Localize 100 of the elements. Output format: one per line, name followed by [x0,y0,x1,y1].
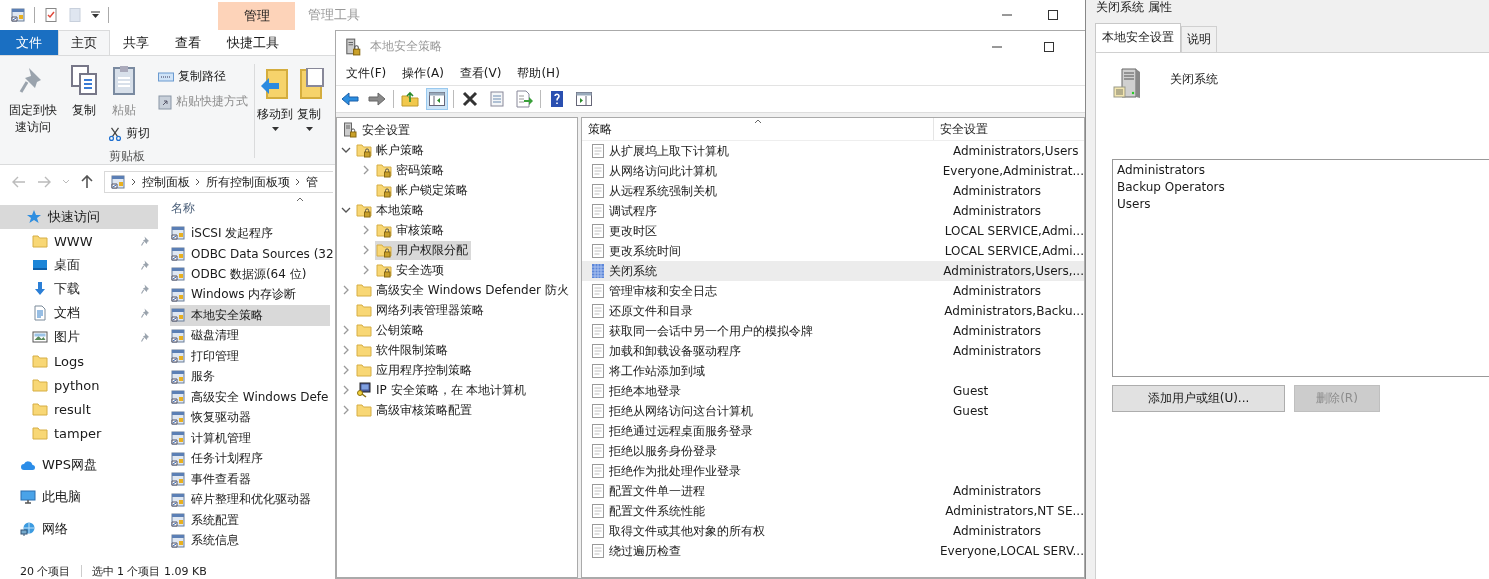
ribbon-tab[interactable]: 查看 [162,30,214,55]
list-item[interactable]: Users [1117,196,1485,213]
nav-item[interactable]: Logs [0,349,158,373]
tree-item[interactable]: 高级安全 Windows Defender 防火 [355,280,572,300]
tab[interactable]: 本地安全设置 [1095,23,1181,52]
breadcrumb-chevron-icon[interactable] [131,178,137,186]
up-arrow-icon[interactable] [81,175,93,189]
nav-item[interactable]: 此电脑 [0,485,158,509]
export-button[interactable] [513,88,535,110]
forward-arrow-icon[interactable] [37,176,51,188]
column-header[interactable]: 名称 [170,199,195,217]
file-item[interactable]: 计算机管理 [170,428,330,449]
policy-row[interactable]: 更改系统时间 LOCAL SERVICE,Admi... [582,241,1084,261]
policy-row[interactable]: 加载和卸载设备驱动程序 Administrators [582,341,1084,361]
file-item[interactable]: 系统信息 [170,530,330,551]
policy-row[interactable]: 从扩展坞上取下计算机 Administrators,Users [582,141,1084,161]
breadcrumb-chevron-icon[interactable] [195,178,201,186]
policy-row[interactable]: 获取同一会话中另一个用户的模拟令牌 Administrators [582,321,1084,341]
copy-button[interactable]: 复制 [66,60,102,123]
tree-item[interactable]: 软件限制策略 [355,340,451,360]
menu-item[interactable]: 查看(V) [452,63,509,84]
member-list[interactable]: Administrators Backup Operators Users [1112,159,1489,377]
tree-item[interactable]: 用户权限分配 [375,240,471,260]
policy-row[interactable]: 从网络访问此计算机 Everyone,Administrat... [582,161,1084,181]
organize-button[interactable]: 移动到 [257,64,293,135]
tree-item[interactable]: 网络列表管理器策略 [355,300,487,320]
file-item[interactable]: 任务计划程序 [170,448,330,469]
ribbon-tab[interactable]: 文件 [0,30,58,55]
tree-toggle-button[interactable] [426,88,448,110]
policy-row[interactable]: 拒绝作为批处理作业登录 [582,461,1084,481]
policy-row[interactable]: 配置文件单一进程 Administrators [582,481,1084,501]
nav-item[interactable]: WWW [0,229,158,253]
nav-item[interactable]: 图片 [0,325,158,349]
policy-row[interactable]: 还原文件和目录 Administrators,Backu... [582,301,1084,321]
policy-row[interactable]: 取得文件或其他对象的所有权 Administrators [582,521,1084,541]
tree-item[interactable]: 安全选项 [375,260,447,280]
tree-item[interactable]: IP 安全策略，在 本地计算机 [355,380,530,400]
nav-item[interactable]: python [0,373,158,397]
policy-row[interactable]: 拒绝通过远程桌面服务登录 [582,421,1084,441]
ribbon-tab[interactable]: 主页 [58,30,110,55]
nav-item[interactable]: tamper [0,421,158,445]
tree-item[interactable]: 帐户策略 [355,140,427,160]
file-item[interactable]: iSCSI 发起程序 [170,223,330,244]
sort-caret-icon[interactable] [296,197,304,202]
nav-item[interactable]: 网络 [0,517,158,541]
file-item[interactable]: 恢复驱动器 [170,407,330,428]
menu-item[interactable]: 文件(F) [339,63,394,84]
chevron-down-icon[interactable] [62,179,70,185]
policy-row[interactable]: 拒绝从网络访问这台计算机 Guest [582,401,1084,421]
file-item[interactable]: 本地安全策略 [170,305,330,326]
tree-item[interactable]: 审核策略 [375,220,447,240]
nav-item[interactable]: result [0,397,158,421]
menu-item[interactable]: 帮助(H) [510,63,567,84]
policy-row[interactable]: 从远程系统强制关机 Administrators [582,181,1084,201]
nav-item[interactable]: 快速访问 [0,205,158,229]
file-item[interactable]: ODBC 数据源(64 位) [170,264,330,285]
list-item[interactable]: Backup Operators [1117,179,1485,196]
dialog-button[interactable]: 添加用户或组(U)... [1112,385,1285,412]
tree-item[interactable]: 本地策略 [355,200,427,220]
tree-item[interactable]: 密码策略 [375,160,447,180]
address-bar[interactable]: 控制面板 所有控制面板项 管 [104,171,333,193]
file-item[interactable]: 事件查看器 [170,469,330,490]
tab[interactable]: 说明 [1181,26,1217,52]
policy-row[interactable]: 更改时区 LOCAL SERVICE,Admi... [582,221,1084,241]
policy-row[interactable]: 配置文件系统性能 Administrators,NT SE... [582,501,1084,521]
maximize-icon[interactable] [1048,10,1058,20]
tree-item[interactable]: 公钥策略 [355,320,427,340]
sort-caret-icon[interactable] [754,119,762,124]
column-header[interactable]: 策略 [582,118,934,140]
nav-item[interactable]: WPS网盘 [0,453,158,477]
nav-item[interactable]: 下载 [0,277,158,301]
menu-item[interactable]: 操作(A) [395,63,451,84]
checklist-icon[interactable] [43,7,59,23]
file-item[interactable]: 打印管理 [170,346,330,367]
back-arrow-icon[interactable] [12,176,26,188]
maximize-icon[interactable] [1044,41,1054,52]
list-item[interactable]: Administrators [1117,162,1485,179]
breadcrumb-chevron-icon[interactable] [295,178,301,186]
tree-item[interactable]: 高级审核策略配置 [355,400,475,420]
breadcrumb-item[interactable]: 所有控制面板项 [206,173,290,191]
column-header[interactable]: 安全设置 [934,118,988,140]
organize-button[interactable]: 复制 [293,64,325,135]
policy-row[interactable]: 管理审核和安全日志 Administrators [582,281,1084,301]
nav-item[interactable]: 文档 [0,301,158,325]
cut-button[interactable]: 剪切 [106,123,152,144]
policy-row[interactable]: 调试程序 Administrators [582,201,1084,221]
tree-item[interactable]: 安全设置 [341,120,413,140]
nav-item[interactable]: 桌面 [0,253,158,277]
file-item[interactable]: 高级安全 Windows Defe [170,387,330,408]
file-item[interactable]: 服务 [170,366,330,387]
dropdown-caret-icon[interactable] [91,11,100,19]
breadcrumb-item[interactable]: 管 [306,173,318,191]
file-item[interactable]: 磁盘清理 [170,325,330,346]
copy-path-button[interactable]: 复制路径 [156,66,250,87]
policy-row[interactable]: 关闭系统 Administrators,Users,... [582,261,1084,281]
policy-row[interactable]: 拒绝以服务身份登录 [582,441,1084,461]
breadcrumb-item[interactable]: 控制面板 [142,173,190,191]
tree-item[interactable]: 应用程序控制策略 [355,360,475,380]
policy-row[interactable]: 将工作站添加到域 [582,361,1084,381]
file-item[interactable]: Windows 内存诊断 [170,284,330,305]
